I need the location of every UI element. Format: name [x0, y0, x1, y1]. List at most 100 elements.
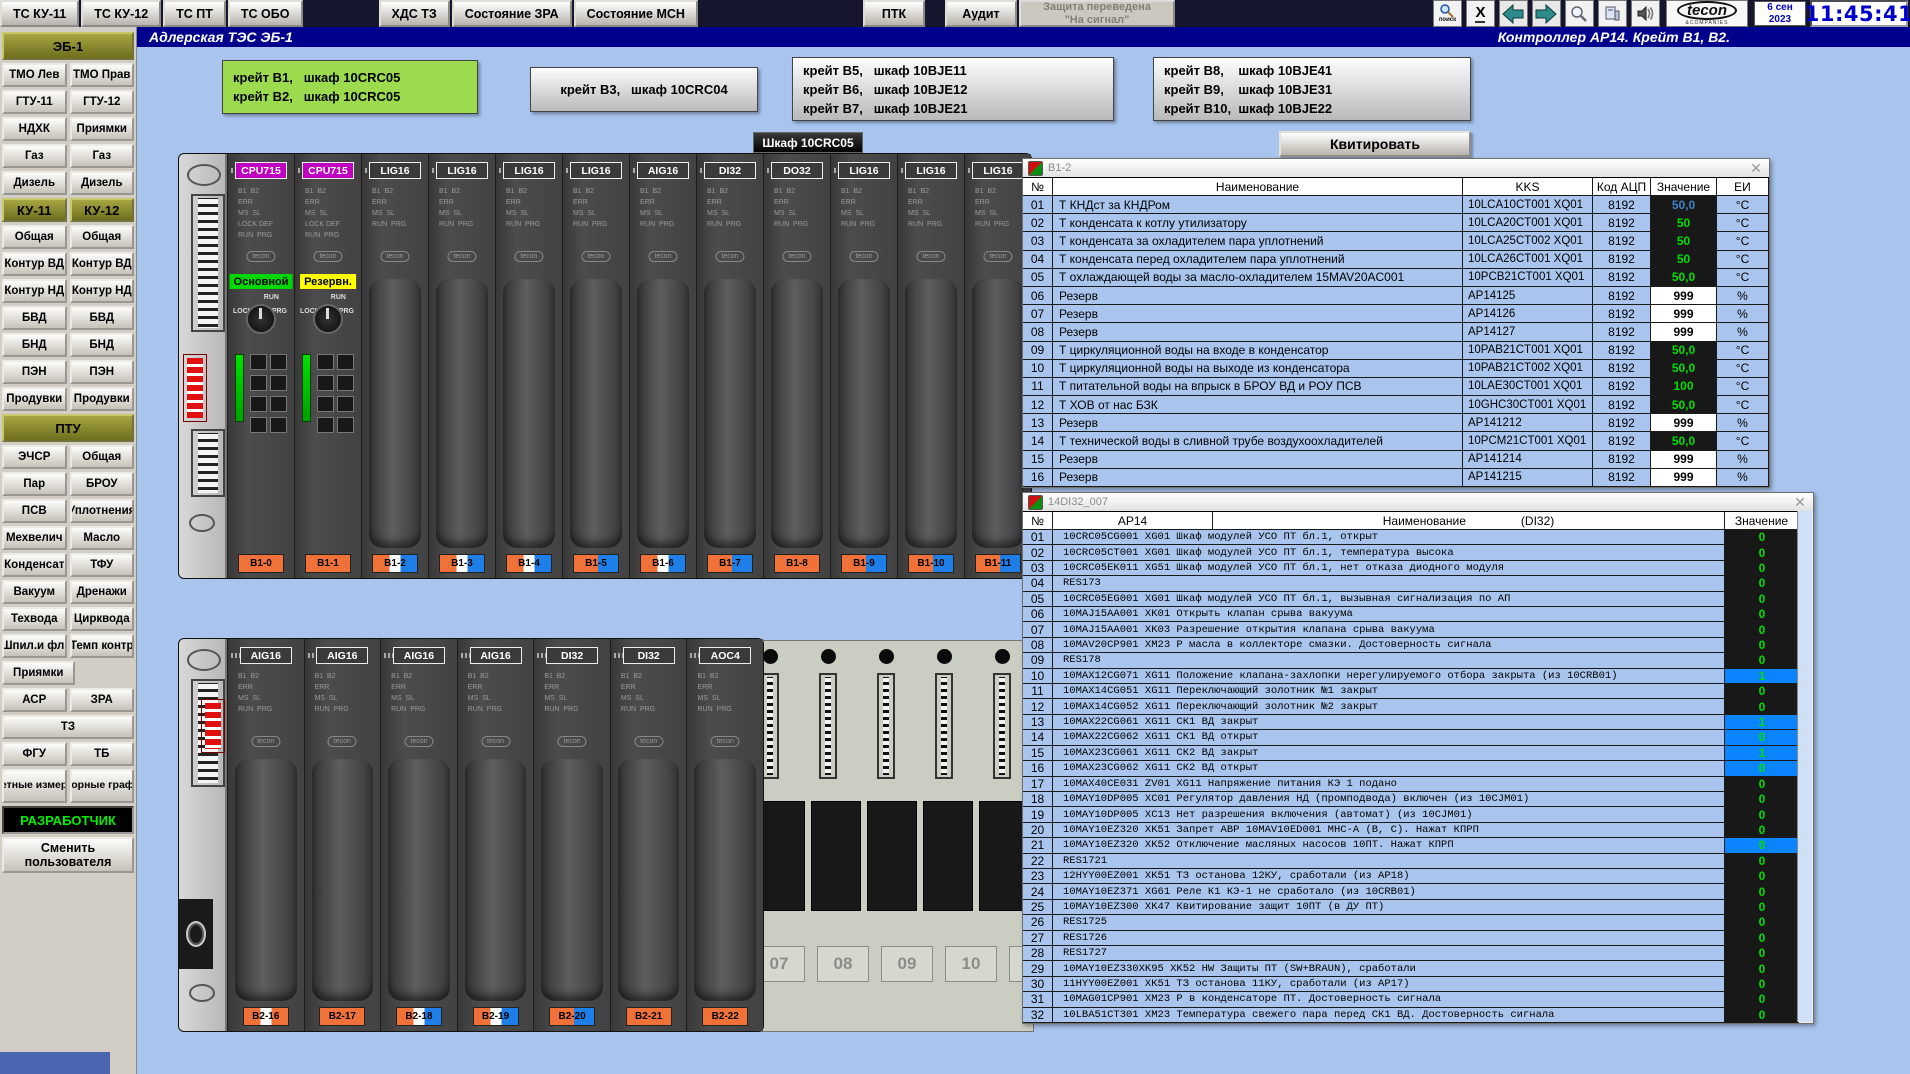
- sidebar-item-Контур НД[interactable]: Контур НД: [2, 279, 67, 303]
- table-row[interactable]: 2510MAY10EZ300 XK47 Квитирование защит 1…: [1023, 900, 1799, 915]
- table-row[interactable]: 3011HYY00EZ001 XK51 ТЗ останова 11КУ, ср…: [1023, 977, 1799, 992]
- sidebar-item-БРОУ[interactable]: БРОУ: [70, 472, 135, 496]
- table-row[interactable]: 2312HYY00EZ001 XK51 ТЗ останова 12КУ, ср…: [1023, 869, 1799, 884]
- toolbar-button-ТС КУ-12[interactable]: ТС КУ-12: [81, 0, 161, 27]
- table-row[interactable]: 14Т технической воды в сливной трубе воз…: [1023, 432, 1769, 450]
- sidebar-item-Шпил.и фл.[interactable]: Шпил.и фл.: [2, 634, 67, 658]
- table-row[interactable]: 1310MAX22CG061 XG11 СК1 ВД закрыт1: [1023, 715, 1799, 730]
- sidebar-item-Темп контр[interactable]: Темп контр: [70, 634, 135, 658]
- table-row[interactable]: 1210MAX14CG052 XG11 Переключающий золотн…: [1023, 699, 1799, 714]
- table-row[interactable]: 1710MAX40CE031 ZV01 XG11 Напряжение пита…: [1023, 777, 1799, 792]
- toolbar-button-ТС ОБО[interactable]: ТС ОБО: [228, 0, 303, 27]
- sidebar-item-АСР[interactable]: АСР: [2, 688, 67, 712]
- sidebar-item-Техвода[interactable]: Техвода: [2, 607, 67, 631]
- table-row[interactable]: 01Т КНДст за КНДРом10LCA10CT001 XQ018192…: [1023, 196, 1769, 214]
- sidebar-item-Конденсат[interactable]: Конденсат: [2, 553, 67, 577]
- sidebar-item-ПЭН[interactable]: ПЭН: [2, 360, 67, 384]
- sidebar-item-ЭЧСР[interactable]: ЭЧСР: [2, 445, 67, 469]
- table-row[interactable]: 1010MAX12CG071 XG11 Положение клапана-за…: [1023, 669, 1799, 684]
- table-row[interactable]: 13РезервAP1412128192999%: [1023, 414, 1769, 432]
- sidebar-item-КУ-12[interactable]: КУ-12: [70, 198, 135, 222]
- sidebar-item-ТЗ[interactable]: ТЗ: [2, 715, 134, 739]
- excel-export-button[interactable]: X: [1466, 0, 1495, 27]
- sidebar-item-Мехвелич[interactable]: Мехвелич: [2, 526, 67, 550]
- table-row[interactable]: 0510CRC05EG001 XG01 Шкаф модулей УСО ПТ …: [1023, 592, 1799, 607]
- crate-info-box-4[interactable]: крейт В8, шкаф 10BJE41крейт В9, шкаф 10B…: [1153, 57, 1471, 121]
- sidebar-item-Общая[interactable]: Общая: [70, 225, 135, 249]
- sidebar-item-Дренажи[interactable]: Дренажи: [70, 580, 135, 604]
- sidebar-item-Расчетные измерения[interactable]: Расчетные измерения: [2, 769, 67, 803]
- toolbar-button-Состояние ЗРА[interactable]: Состояние ЗРА: [452, 0, 572, 27]
- sidebar-item-Продувки[interactable]: Продувки: [70, 387, 135, 411]
- sidebar-item-Приямки[interactable]: Приямки: [70, 117, 135, 141]
- sidebar-item-БВД[interactable]: БВД: [2, 306, 67, 330]
- sidebar-item-ТФУ[interactable]: ТФУ: [70, 553, 135, 577]
- table-row[interactable]: 08РезервAP141278192999%: [1023, 323, 1769, 341]
- table-row[interactable]: 3110MAG01CP901 XM23 Р в конденсаторе ПТ.…: [1023, 992, 1799, 1007]
- sidebar-item-БНД[interactable]: БНД: [2, 333, 67, 357]
- toolbar-button-ТС КУ-11[interactable]: ТС КУ-11: [0, 0, 79, 27]
- sidebar-item-Пар[interactable]: Пар: [2, 472, 67, 496]
- table-row[interactable]: 1510MAX23CG061 XG11 СК2 ВД закрыт1: [1023, 746, 1799, 761]
- sidebar-item-ЗРА[interactable]: ЗРА: [70, 688, 135, 712]
- table-row[interactable]: 02Т конденсата к котлу утилизатору10LCA2…: [1023, 214, 1769, 232]
- sound-button[interactable]: [1631, 0, 1660, 27]
- sidebar-item-Дизель[interactable]: Дизель: [2, 171, 67, 195]
- sidebar-item-ТМО Прав[interactable]: ТМО Прав: [70, 63, 135, 87]
- sidebar-header-ПТУ[interactable]: ПТУ: [2, 414, 134, 442]
- close-icon[interactable]: ✕: [1792, 495, 1808, 509]
- crate-info-box-1[interactable]: крейт В1, шкаф 10CRC05крейт В2, шкаф 10C…: [222, 60, 478, 114]
- sidebar-item-Общая[interactable]: Общая: [70, 445, 135, 469]
- crate-info-box-3[interactable]: крейт В5, шкаф 10BJE11крейт В6, шкаф 10B…: [792, 57, 1114, 121]
- sidebar-item-ГТУ-11[interactable]: ГТУ-11: [2, 90, 67, 114]
- table-row[interactable]: 2110MAY10EZ320 XK52 Отключение масляных …: [1023, 838, 1799, 853]
- table-row[interactable]: 0310CRC05EK011 XG51 Шкаф модулей УСО ПТ …: [1023, 561, 1799, 576]
- table-row[interactable]: 04RES1730: [1023, 576, 1799, 591]
- crate-info-box-2[interactable]: крейт В3, шкаф 10CRC04: [530, 67, 758, 112]
- audit-button[interactable]: Аудит: [945, 0, 1017, 27]
- table-row[interactable]: 0710MAJ15AA001 XK03 Разрешение открытия …: [1023, 622, 1799, 637]
- table-row[interactable]: 3210LBA51CT301 XM23 Температура свежего …: [1023, 1008, 1799, 1023]
- sidebar-item-БВД[interactable]: БВД: [70, 306, 135, 330]
- sidebar-item-ГТУ-12[interactable]: ГТУ-12: [70, 90, 135, 114]
- sidebar-item-ТМО Лев[interactable]: ТМО Лев: [2, 63, 67, 87]
- table-row[interactable]: 05Т охлаждающей воды за масло-охладителе…: [1023, 269, 1769, 287]
- table-row[interactable]: 11Т питательной воды на впрыск в БРОУ ВД…: [1023, 378, 1769, 396]
- sidebar-item-ПЭН[interactable]: ПЭН: [70, 360, 135, 384]
- close-icon[interactable]: ✕: [1748, 161, 1764, 175]
- sidebar-item-НДХК[interactable]: НДХК: [2, 117, 67, 141]
- toolbar-button-ТС ПТ[interactable]: ТС ПТ: [163, 0, 226, 27]
- table-row[interactable]: 15РезервAP1412148192999%: [1023, 451, 1769, 469]
- window-titlebar[interactable]: 14DI32_007 ✕: [1023, 493, 1813, 511]
- toolbar-button-ХДС ТЗ[interactable]: ХДС ТЗ: [379, 0, 450, 27]
- sidebar-item-Уплотнения[interactable]: Уплотнения: [70, 499, 135, 523]
- table-row[interactable]: 1910MAY10DP005 XC13 Нет разрешения включ…: [1023, 807, 1799, 822]
- search-button[interactable]: поиск: [1433, 0, 1462, 27]
- table-row[interactable]: 28RES17270: [1023, 946, 1799, 961]
- sidebar-item-Газ[interactable]: Газ: [70, 144, 135, 168]
- table-row[interactable]: 1110MAX14CG051 XG11 Переключающий золотн…: [1023, 684, 1799, 699]
- table-row[interactable]: 16РезервAP1412158192999%: [1023, 469, 1769, 487]
- table-row[interactable]: 26RES17250: [1023, 915, 1799, 930]
- table-row[interactable]: 2410MAY10EZ371 XG61 Реле К1 КЭ-1 не сраб…: [1023, 884, 1799, 899]
- sidebar-item-Наборные графики[interactable]: Наборные графики: [70, 769, 135, 803]
- acknowledge-button[interactable]: Квитировать: [1279, 131, 1471, 157]
- back-button[interactable]: [1499, 0, 1528, 27]
- sidebar-item-КУ-11[interactable]: КУ-11: [2, 198, 67, 222]
- sidebar-item-Приямки[interactable]: Приямки: [2, 661, 75, 685]
- scrollbar[interactable]: [1797, 511, 1812, 1022]
- table-row[interactable]: 27RES17260: [1023, 931, 1799, 946]
- table-row[interactable]: 09Т циркуляционной воды на входе в конде…: [1023, 342, 1769, 360]
- table-row[interactable]: 0110CRC05CG001 XG01 Шкаф модулей УСО ПТ …: [1023, 530, 1799, 545]
- zoom-tool-button[interactable]: [1565, 0, 1594, 27]
- change-user-button[interactable]: Сменить пользователя: [2, 837, 134, 873]
- table-row[interactable]: 07РезервAP141268192999%: [1023, 305, 1769, 323]
- table-row[interactable]: 0610MAJ15AA001 XK01 Открыть клапан срыва…: [1023, 607, 1799, 622]
- table-row[interactable]: 1610MAX23CG062 XG11 СК2 ВД открыт0: [1023, 761, 1799, 776]
- table-row[interactable]: 1810MAY10DP005 XC01 Регулятор давления Н…: [1023, 792, 1799, 807]
- sidebar-item-Продувки[interactable]: Продувки: [2, 387, 67, 411]
- table-row[interactable]: 0210CRC05CT001 XG01 Шкаф модулей УСО ПТ …: [1023, 545, 1799, 560]
- sidebar-item-ТБ[interactable]: ТБ: [70, 742, 135, 766]
- sidebar-item-ПСВ[interactable]: ПСВ: [2, 499, 67, 523]
- sidebar-header-ЭБ-1[interactable]: ЭБ-1: [2, 32, 134, 60]
